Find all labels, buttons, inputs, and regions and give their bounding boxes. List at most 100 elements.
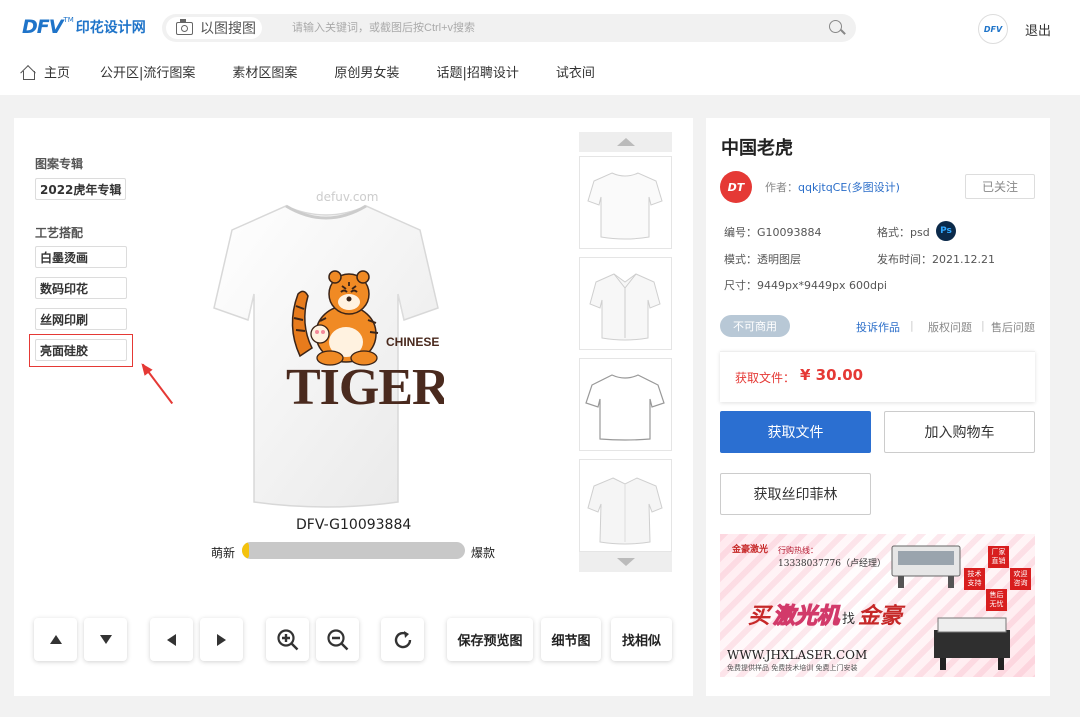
zoom-out-button[interactable] (316, 618, 359, 661)
ad-badge: 欢迎咨询 (1010, 568, 1031, 590)
separator: | (910, 319, 914, 332)
highlight-annotation-box (29, 334, 133, 367)
price-box: 获取文件： ¥ 30.00 (720, 351, 1035, 402)
add-to-cart-button[interactable]: 加入购物车 (884, 411, 1035, 453)
shirt-collar-thumbnail (589, 273, 661, 341)
product-size: 尺寸：9449px*9449px 600dpi (724, 279, 887, 292)
laser-machine-large-image (934, 617, 1010, 670)
arrow-right-icon (217, 633, 226, 646)
top-header: DFV TM 印花设计网 以图搜图 DFV 退出 主页 公开区|流行图案 素材区… (0, 0, 1080, 95)
nav-item-public[interactable]: 公开区|流行图案 (100, 62, 195, 81)
tshirt-preview-image: CHINESE TIGER (213, 204, 444, 508)
thumbnail-item[interactable] (579, 257, 672, 350)
main-nav: 主页 公开区|流行图案 素材区图案 原创男女装 话题|招聘设计 试衣间 (20, 62, 632, 81)
thumbnail-scroll-down-button[interactable] (579, 552, 672, 572)
find-similar-button[interactable]: 找相似 (611, 618, 672, 661)
arrow-left-icon (167, 633, 176, 646)
search-bar: 以图搜图 (162, 14, 856, 42)
price-label: 获取文件： (735, 371, 796, 385)
follow-button[interactable]: 已关注 (965, 174, 1035, 199)
popularity-bar (242, 542, 465, 559)
laser-machine-image (891, 545, 961, 588)
popularity-low-label: 萌新 (211, 546, 236, 560)
publish-date: 发布时间：2021.12.21 (877, 253, 995, 266)
site-logo[interactable]: DFV TM 印花设计网 (22, 16, 146, 38)
zoom-in-button[interactable] (266, 618, 309, 661)
author-avatar[interactable]: DT (720, 171, 752, 203)
detail-image-button[interactable]: 细节图 (541, 618, 601, 661)
product-id: 编号：G10093884 (724, 226, 822, 239)
popularity-bar-fill (242, 542, 249, 559)
nav-item-original[interactable]: 原创男女装 (334, 62, 399, 81)
price-value: ¥ 30.00 (800, 366, 864, 384)
ad-url: WWW.JHXLASER.COM (727, 648, 868, 662)
product-code: DFV-G10093884 (296, 517, 412, 533)
ad-hotline-label: 行购热线： (778, 546, 818, 555)
tag-screen-print[interactable]: 丝网印刷 (35, 308, 127, 330)
ad-badge: 技术支持 (964, 568, 985, 590)
author-prefix: 作者： (765, 181, 798, 194)
thumbnail-item[interactable] (579, 358, 672, 451)
copyright-link[interactable]: 版权问题 (928, 319, 972, 335)
move-down-button[interactable] (84, 618, 127, 661)
tag-digital-print[interactable]: 数码印花 (35, 277, 127, 299)
shirt-loose-thumbnail (587, 477, 663, 545)
thumbnail-item[interactable] (579, 459, 672, 552)
ad-slogan-buy: 买 (748, 603, 771, 629)
print-subtitle: CHINESE (386, 335, 439, 349)
arrow-up-icon (49, 635, 62, 644)
camera-icon (176, 18, 193, 35)
popularity-high-label: 爆款 (471, 546, 496, 560)
ad-logo: 金豪激光 (732, 545, 769, 555)
rotate-button[interactable] (381, 618, 424, 661)
nav-item-topics[interactable]: 话题|招聘设计 (436, 62, 518, 81)
tag-tiger-year-album[interactable]: 2022虎年专辑 (35, 178, 127, 200)
non-commercial-badge: 不可商用 (720, 315, 790, 337)
search-input[interactable] (292, 18, 812, 38)
logo-trademark: TM (63, 16, 74, 24)
author-name-link[interactable]: qqkjtqCE(多图设计) (798, 181, 900, 194)
ad-phone: 13338037776（卢经理） (778, 559, 886, 569)
get-screen-film-button[interactable]: 获取丝印菲林 (720, 473, 871, 515)
tag-white-ink-transfer[interactable]: 白墨烫画 (35, 246, 127, 268)
author-line: 作者：qqkjtqCE(多图设计) (765, 179, 900, 195)
nav-item-fitting-room[interactable]: 试衣间 (556, 62, 595, 81)
nav-item-material[interactable]: 素材区图案 (232, 62, 297, 81)
nav-home[interactable]: 主页 (20, 62, 70, 81)
product-mode: 模式：透明图层 (724, 253, 801, 266)
aftersale-link[interactable]: 售后问题 (991, 319, 1035, 335)
nav-home-label: 主页 (44, 66, 71, 81)
move-right-button[interactable] (200, 618, 243, 661)
product-info-panel: 中国老虎 DT 作者：qqkjtqCE(多图设计) 已关注 编号：G100938… (706, 118, 1050, 696)
tshirt-outline-thumbnail (585, 374, 665, 441)
product-format: 格式：psd (877, 226, 930, 239)
thumbnail-item[interactable] (579, 156, 672, 249)
move-up-button[interactable] (34, 618, 77, 661)
logo-text: DFV (22, 16, 63, 38)
zoom-out-icon (326, 628, 348, 650)
product-title: 中国老虎 (721, 138, 793, 159)
logout-link[interactable]: 退出 (1025, 20, 1051, 39)
save-preview-button[interactable]: 保存预览图 (447, 618, 533, 661)
album-section-title: 图案专辑 (35, 157, 84, 171)
photoshop-icon: Ps (936, 221, 956, 241)
get-file-button[interactable]: 获取文件 (720, 411, 871, 453)
arrow-down-icon (99, 635, 112, 644)
search-icon[interactable] (829, 20, 842, 33)
thumbnail-scroll-up-button[interactable] (579, 132, 672, 152)
craft-section-title: 工艺搭配 (35, 226, 84, 240)
user-avatar[interactable]: DFV (978, 14, 1008, 44)
home-icon (20, 65, 36, 80)
move-left-button[interactable] (150, 618, 193, 661)
image-search-button[interactable]: 以图搜图 (166, 17, 262, 39)
report-link[interactable]: 投诉作品 (856, 319, 900, 335)
preview-panel: 图案专辑 2022虎年专辑 工艺搭配 白墨烫画 数码印花 丝网印刷 亮面硅胶 d… (14, 118, 693, 696)
ad-banner[interactable]: 金豪激光 行购热线： 13338037776（卢经理） 厂家直销 技术支持 欢迎… (720, 534, 1035, 677)
zoom-in-icon (276, 628, 298, 650)
tshirt-front-thumbnail (587, 172, 663, 240)
chevron-up-icon (616, 138, 635, 146)
rotate-icon (394, 630, 411, 648)
separator: | (981, 319, 985, 332)
ad-subtitle: 免费提供样品 免费技术培训 免费上门安装 (727, 664, 858, 672)
ad-badge: 厂家直销 (988, 546, 1009, 568)
